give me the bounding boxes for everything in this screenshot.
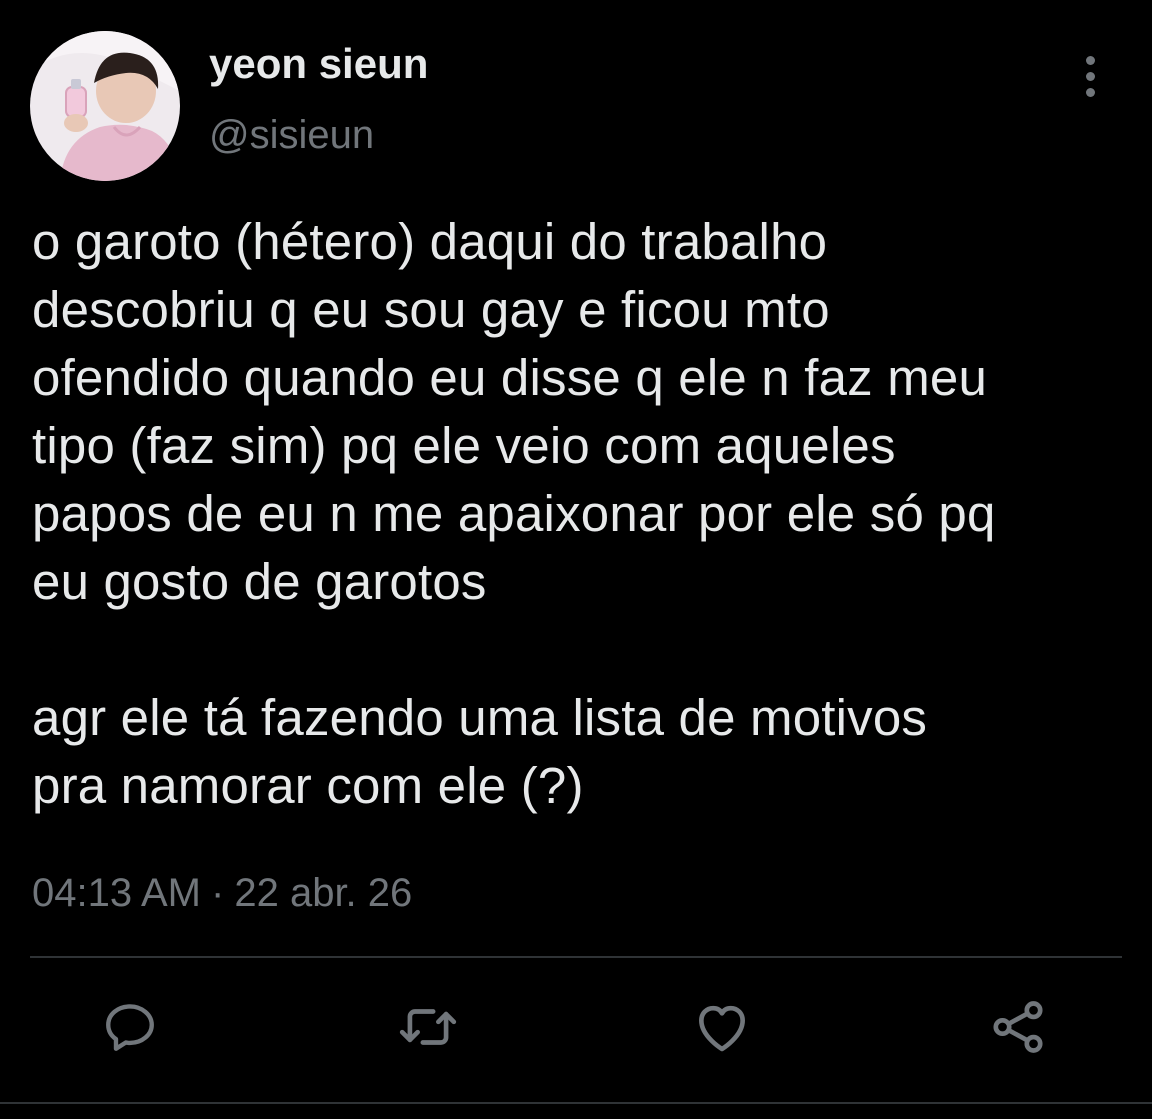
share-button[interactable] (986, 995, 1050, 1059)
like-button[interactable] (690, 995, 754, 1059)
retweet-icon (399, 1009, 457, 1045)
display-name[interactable]: yeon sieun (209, 40, 428, 88)
more-dot-icon (1085, 71, 1095, 81)
more-dot-icon (1085, 87, 1095, 97)
tweet-time: 04:13 AM (32, 871, 202, 915)
tweet-paragraph: o garoto (hétero) daqui do trabalho desc… (32, 213, 996, 610)
bottom-divider (0, 1102, 1152, 1104)
retweet-button[interactable] (396, 995, 460, 1059)
reply-button[interactable] (98, 995, 162, 1059)
like-icon (699, 1005, 745, 1052)
share-icon (993, 1001, 1043, 1053)
divider (30, 956, 1122, 958)
reply-icon (106, 1004, 154, 1051)
more-dot-icon (1085, 55, 1095, 65)
meta-separator: · (211, 871, 225, 915)
tweet-paragraph: agr ele tá fazendo uma lista de motivos … (32, 689, 928, 814)
more-options-button[interactable] (1066, 52, 1114, 100)
avatar[interactable] (30, 31, 180, 181)
tweet-timestamp: 04:13 AM · 22 abr. 26 (32, 870, 412, 916)
handle[interactable]: @sisieun (209, 112, 374, 158)
profile-photo (30, 31, 180, 181)
tweet-date[interactable]: 22 abr. 26 (234, 871, 412, 915)
tweet-text: o garoto (hétero) daqui do trabalho desc… (32, 208, 1137, 820)
